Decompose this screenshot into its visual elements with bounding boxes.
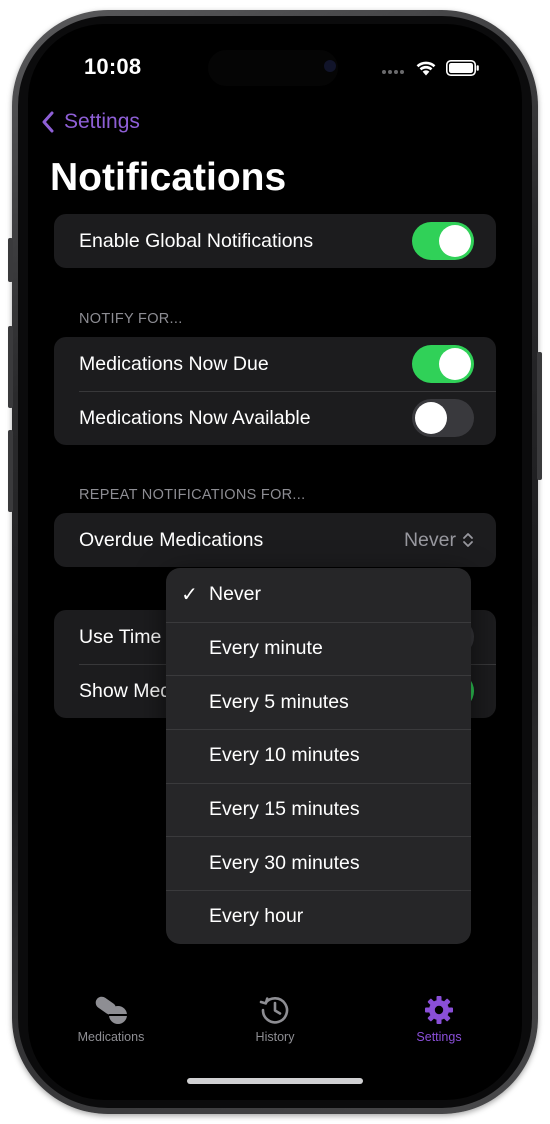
battery-icon	[446, 60, 480, 81]
repeat-interval-menu: ✓ Never Every minute Every 5 minutes Eve…	[166, 568, 471, 944]
dynamic-island	[208, 50, 338, 86]
back-button[interactable]: Settings	[40, 110, 140, 134]
page-title: Notifications	[50, 156, 287, 199]
menu-item-every-15-minutes[interactable]: Every 15 minutes	[166, 782, 471, 837]
gear-icon	[425, 996, 453, 1024]
action-button	[8, 238, 13, 282]
repeat-interval-value: Never	[403, 528, 456, 551]
camera-icon	[324, 60, 336, 72]
tab-settings[interactable]: Settings	[379, 994, 499, 1044]
toggle-knob	[415, 402, 447, 434]
toggle-knob	[439, 348, 471, 380]
notify-due-toggle[interactable]	[412, 345, 474, 383]
toggle-knob	[439, 225, 471, 257]
home-indicator	[187, 1078, 363, 1084]
menu-item-every-minute[interactable]: Every minute	[166, 621, 471, 676]
overdue-medications-label: Overdue Medications	[79, 528, 264, 551]
chevron-up-down-icon	[463, 533, 473, 547]
tab-label: Medications	[77, 1030, 145, 1044]
global-notifications-label: Enable Global Notifications	[79, 229, 314, 252]
notify-available-toggle[interactable]	[412, 399, 474, 437]
power-button	[537, 352, 542, 480]
pills-icon	[95, 996, 127, 1024]
global-notifications-row: Enable Global Notifications	[54, 214, 496, 268]
menu-item-never[interactable]: ✓ Never	[166, 568, 471, 622]
menu-item-every-5-minutes[interactable]: Every 5 minutes	[166, 675, 471, 729]
cellular-signal-icon	[382, 70, 404, 74]
global-notifications-toggle[interactable]	[412, 222, 474, 260]
status-time: 10:08	[84, 54, 142, 79]
tab-bar: Medications History Settings	[28, 994, 522, 1064]
tab-label: History	[255, 1030, 295, 1044]
menu-item-label: Every 30 minutes	[209, 851, 360, 874]
notify-available-row: Medications Now Available	[54, 391, 496, 445]
checkmark-icon: ✓	[181, 584, 198, 607]
menu-item-label: Never	[209, 583, 262, 606]
tab-label: Settings	[416, 1030, 462, 1044]
chevron-left-icon	[42, 111, 54, 133]
repeat-header: REPEAT NOTIFICATIONS FOR...	[79, 487, 306, 503]
volume-down-button	[8, 430, 13, 512]
menu-item-every-30-minutes[interactable]: Every 30 minutes	[166, 836, 471, 890]
notify-due-label: Medications Now Due	[79, 352, 269, 375]
notify-for-card: Medications Now Due Medications Now Avai…	[54, 337, 496, 445]
menu-item-label: Every 5 minutes	[209, 690, 349, 713]
volume-up-button	[8, 326, 13, 408]
notify-for-header: NOTIFY FOR...	[79, 311, 183, 327]
tab-history[interactable]: History	[215, 994, 335, 1044]
menu-item-label: Every minute	[209, 637, 323, 660]
menu-item-label: Every 15 minutes	[209, 798, 360, 821]
menu-item-every-hour[interactable]: Every hour	[166, 890, 471, 944]
wifi-icon	[414, 58, 438, 81]
back-button-label: Settings	[64, 110, 140, 133]
menu-item-every-10-minutes[interactable]: Every 10 minutes	[166, 729, 471, 783]
overdue-medications-row[interactable]: Overdue Medications Never	[54, 513, 496, 567]
screen: 10:08 Settings Notifications Enable Glob…	[28, 24, 522, 1100]
history-icon	[259, 997, 289, 1024]
notify-available-label: Medications Now Available	[79, 406, 311, 429]
menu-item-label: Every 10 minutes	[209, 744, 360, 767]
repeat-card: Overdue Medications Never	[54, 513, 496, 567]
tab-medications[interactable]: Medications	[51, 994, 171, 1044]
global-notifications-card: Enable Global Notifications	[54, 214, 496, 268]
repeat-interval-select[interactable]: Never	[404, 529, 474, 552]
notify-due-row: Medications Now Due	[54, 337, 496, 391]
menu-item-label: Every hour	[209, 905, 304, 928]
